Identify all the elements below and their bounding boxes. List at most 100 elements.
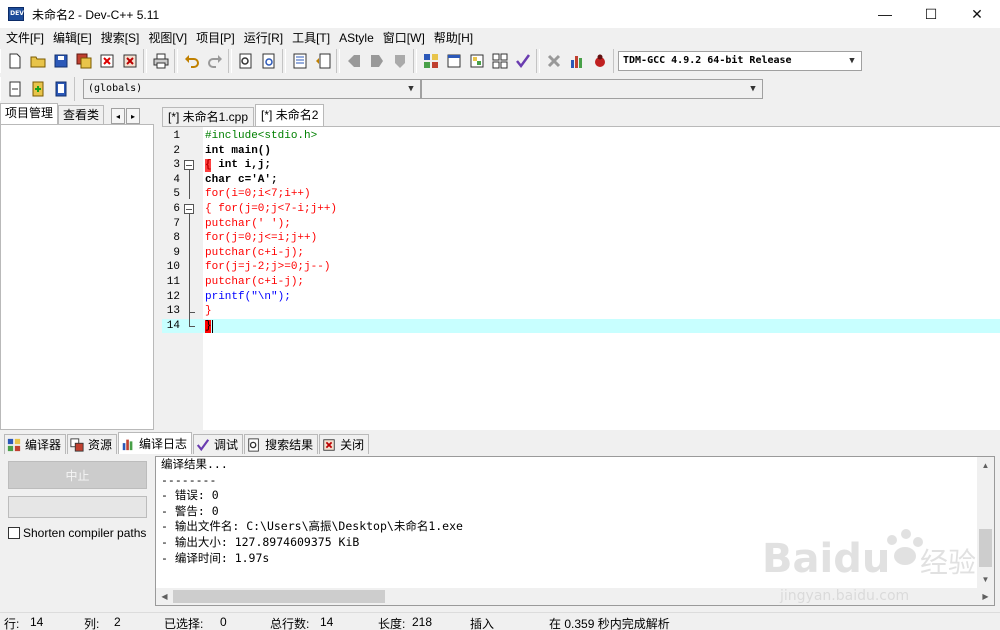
chevron-down-icon: ▼ [750,84,756,94]
tab-compile-log[interactable]: 编译日志 [118,432,193,454]
minimize-button[interactable]: — [862,0,908,28]
indent-button[interactable] [288,50,311,72]
globals-select[interactable]: (globals) ▼ [83,79,421,99]
tab-scroll-right-button[interactable]: ▸ [126,108,141,124]
goto-bookmark-button[interactable] [342,50,365,72]
redo-icon [207,55,222,68]
line-number: 7 [173,217,180,230]
insert-button[interactable] [3,78,26,100]
fold-guide [189,214,190,312]
abort-button[interactable]: 中止 [8,461,147,489]
code-text: char c='A'; [205,173,278,186]
code-line: 12 printf("\n"); [162,290,1000,305]
close-button[interactable]: ✕ [954,0,1000,28]
project-options-button[interactable] [465,50,488,72]
tab-file-1[interactable]: [*] 未命名1.cpp [162,107,255,126]
new-project-button[interactable] [419,50,442,72]
debug-toolbar-group [539,49,614,73]
unindent-button[interactable] [311,50,334,72]
find-button[interactable] [234,50,257,72]
tab-class-view[interactable]: 查看类 [58,105,105,124]
menu-astyle[interactable]: AStyle [337,28,381,48]
shorten-paths-option[interactable]: Shorten compiler paths [8,526,146,540]
tab-debug[interactable]: 调试 [193,434,244,454]
menu-file[interactable]: 文件[F] [4,28,51,48]
replace-button[interactable] [257,50,280,72]
tab-resources[interactable]: 资源 [67,434,118,454]
window-button[interactable] [442,50,465,72]
globals-select-value: (globals) [88,83,143,94]
text-cursor [212,319,213,333]
printer-icon [153,53,168,69]
status-length-value: 218 [412,615,433,629]
redo-button[interactable] [203,50,226,72]
shorten-paths-label: Shorten compiler paths [23,526,147,540]
toggle-comment-button[interactable] [26,78,49,100]
undo-toolbar-group [177,49,229,73]
plus-file-icon [32,81,43,97]
fold-toggle-icon[interactable] [184,160,194,171]
compiler-select[interactable]: TDM-GCC 4.9.2 64-bit Release ▼ [618,51,862,71]
undo-button[interactable] [180,50,203,72]
menu-help[interactable]: 帮助[H] [432,28,480,48]
tab-label: 关闭 [340,438,365,452]
new-file-button[interactable] [3,50,26,72]
log-line: 编译结果... [161,457,228,471]
watermark-brand-cn: 经验 [920,546,976,579]
code-editor[interactable]: 1 #include<stdio.h> 2 int main() 3 { int… [162,126,1000,431]
menu-tools[interactable]: 工具[T] [290,28,337,48]
open-button[interactable] [26,50,49,72]
maximize-button[interactable]: ☐ [908,0,954,28]
layout-button[interactable] [488,50,511,72]
scroll-up-arrow-icon[interactable]: ▲ [977,457,994,474]
menu-bar: 文件[F] 编辑[E] 搜索[S] 视图[V] 项目[P] 运行[R] 工具[T… [0,28,1000,48]
tab-file-2[interactable]: [*] 未命名2 [255,104,325,126]
close-file-icon [323,438,335,451]
save-all-button[interactable] [72,50,95,72]
scroll-left-arrow-icon[interactable]: ◀ [156,588,173,605]
menu-search[interactable]: 搜索[S] [99,28,147,48]
print-toolbar-group [146,49,175,73]
shorten-paths-checkbox[interactable] [8,527,20,539]
log-line: -------- [161,472,217,487]
code-line: 6 { for(j=0;j<7-i;j++) [162,202,1000,217]
toggle-bookmark-button[interactable] [365,50,388,72]
scroll-thumb[interactable] [173,590,385,603]
goto-line-icon [394,55,405,68]
status-col-value: 2 [114,615,121,629]
code-line: 9 putchar(c+i-j); [162,246,1000,261]
tab-scroll-left-button[interactable]: ◂ [111,108,126,124]
code-text: { int i,j; [205,159,272,172]
project-tree[interactable] [0,124,154,430]
tab-project-manager[interactable]: 项目管理 [0,103,59,124]
undo-icon [184,55,199,68]
save-button[interactable] [49,50,72,72]
line-number: 12 [166,290,180,303]
profile-button[interactable] [565,50,588,72]
menu-window[interactable]: 窗口[W] [381,28,432,48]
log-line: - 错误: 0 [161,488,219,503]
stop-button[interactable] [542,50,565,72]
close-all-button[interactable] [118,50,141,72]
menu-view[interactable]: 视图[V] [146,28,194,48]
menu-project[interactable]: 项目[P] [194,28,242,48]
watermark-url: jingyan.baidu.com [779,588,909,604]
window-icon [447,54,460,68]
member-select[interactable]: ▼ [421,79,763,99]
goto-line-button[interactable] [388,50,411,72]
class-browser-button[interactable] [49,78,72,100]
menu-run[interactable]: 运行[R] [242,28,290,48]
menu-edit[interactable]: 编辑[E] [51,28,99,48]
code-text: printf("\n"); [205,290,291,303]
tab-search-results[interactable]: 搜索结果 [244,434,319,454]
tab-close[interactable]: 关闭 [319,434,370,454]
tab-compiler[interactable]: 编译器 [4,434,67,454]
line-number: 14 [166,319,180,332]
layout-toolbar-group [416,49,537,73]
print-button[interactable] [149,50,172,72]
save-icon [54,54,67,68]
close-file-button[interactable] [95,50,118,72]
syntax-check-button[interactable] [511,50,534,72]
delete-profile-button[interactable] [588,50,611,72]
fold-toggle-icon[interactable] [184,204,194,214]
